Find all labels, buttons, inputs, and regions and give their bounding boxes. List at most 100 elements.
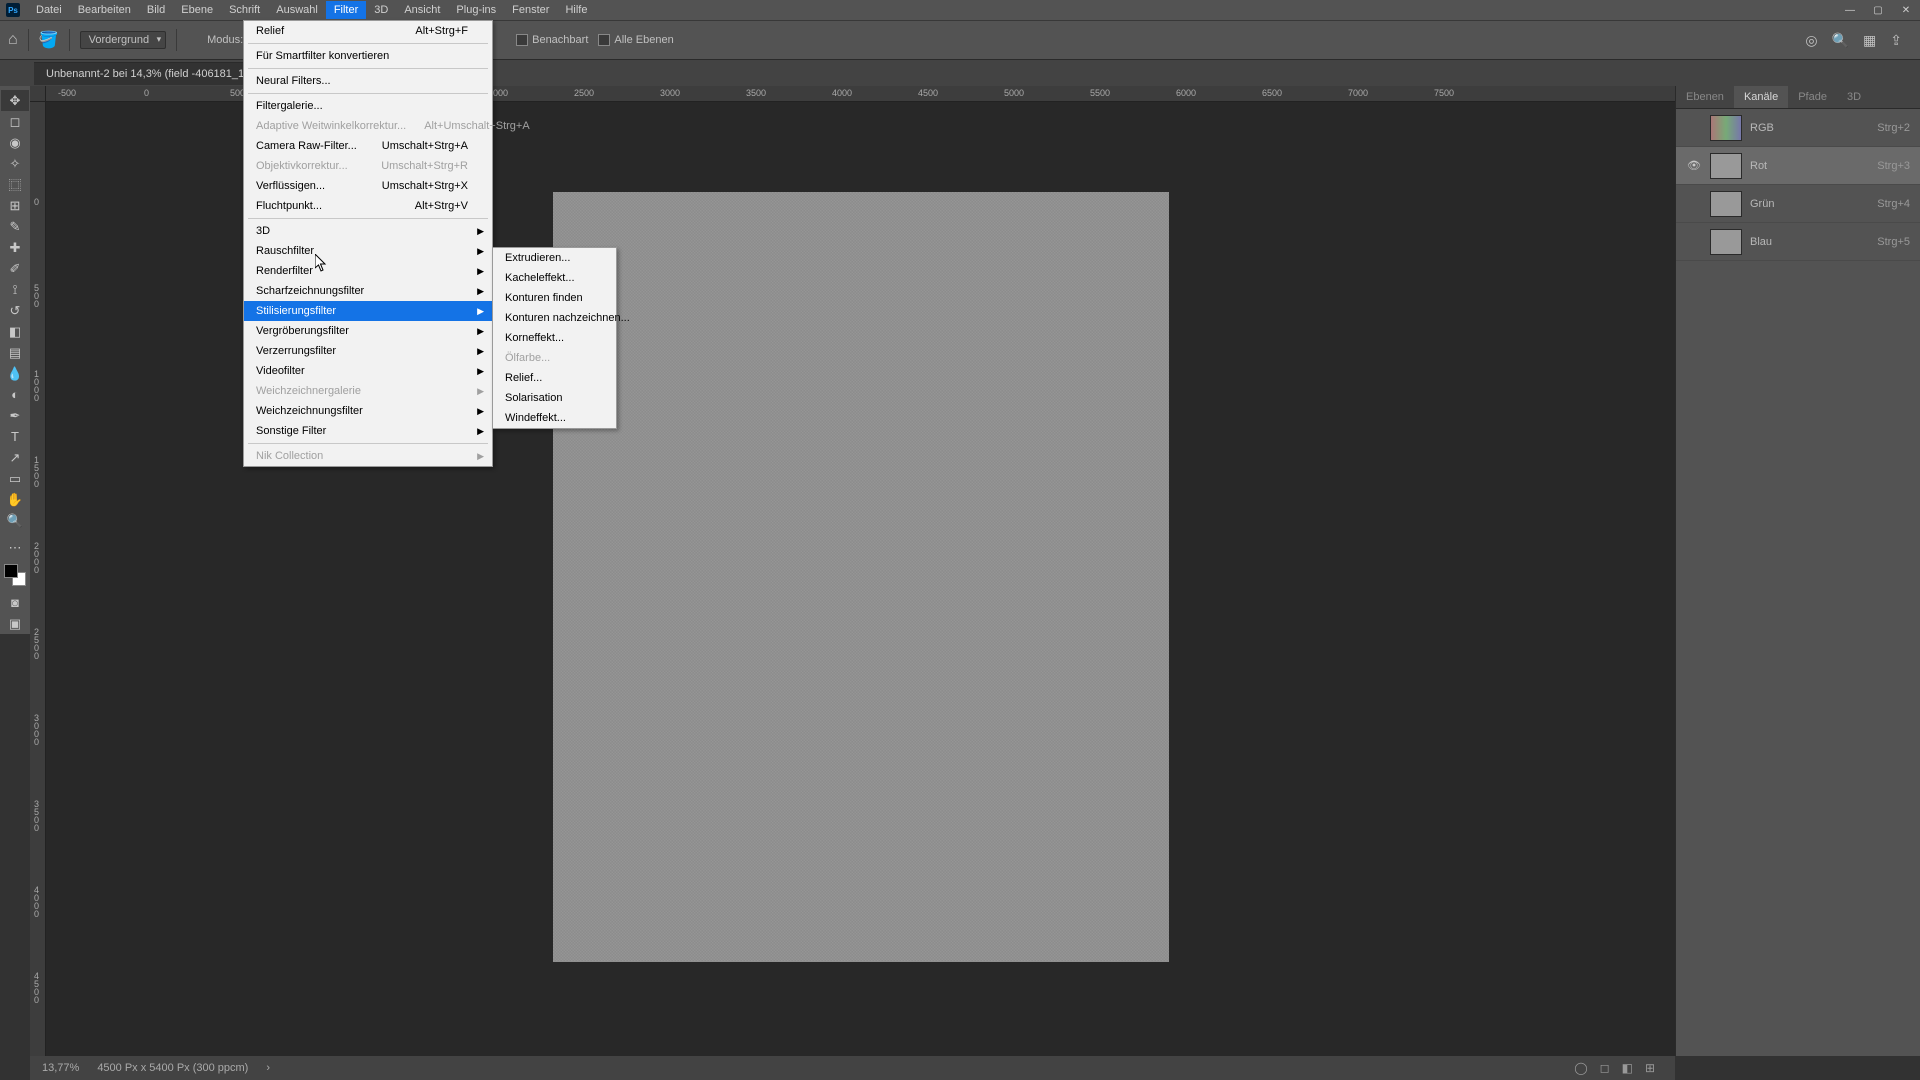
home-icon[interactable]: ⌂ (8, 31, 18, 49)
menubar-ansicht[interactable]: Ansicht (396, 1, 448, 19)
menubar-3d[interactable]: 3D (366, 1, 396, 19)
menubar-bearbeiten[interactable]: Bearbeiten (70, 1, 139, 19)
canvas[interactable] (553, 192, 1169, 962)
panel-tab-ebenen[interactable]: Ebenen (1676, 86, 1734, 108)
bucket-tool-icon[interactable]: 🪣 (39, 30, 59, 50)
panel-tab-kanäle[interactable]: Kanäle (1734, 86, 1788, 108)
submenu-item[interactable]: Konturen finden (493, 288, 616, 308)
crop-tool[interactable]: ⿴ (1, 174, 29, 195)
pen-tool[interactable]: ✒ (1, 405, 29, 426)
menubar-ebene[interactable]: Ebene (173, 1, 221, 19)
submenu-item[interactable]: Solarisation (493, 388, 616, 408)
cloud-docs-icon[interactable]: ◎ (1805, 32, 1817, 49)
minimize-button[interactable]: — (1836, 0, 1864, 20)
menubar-fenster[interactable]: Fenster (504, 1, 557, 19)
menu-item[interactable]: Stilisierungsfilter▶ (244, 301, 492, 321)
menu-item[interactable]: Scharfzeichnungsfilter▶ (244, 281, 492, 301)
menubar-bild[interactable]: Bild (139, 1, 173, 19)
brush-tool[interactable]: ✐ (1, 258, 29, 279)
magic-wand-tool[interactable]: ✧ (1, 153, 29, 174)
eraser-tool[interactable]: ◧ (1, 321, 29, 342)
channel-rgb[interactable]: RGBStrg+2 (1676, 109, 1920, 147)
menu-item[interactable]: Sonstige Filter▶ (244, 421, 492, 441)
fill-source-dropdown[interactable]: Vordergrund (80, 31, 167, 49)
eyedropper-tool[interactable]: ✎ (1, 216, 29, 237)
channel-thumbnail (1710, 153, 1742, 179)
status-icon-4[interactable]: ⊞ (1645, 1061, 1655, 1075)
panel-tab-3d[interactable]: 3D (1837, 86, 1871, 108)
history-brush-tool[interactable]: ↺ (1, 300, 29, 321)
ruler-origin[interactable] (30, 86, 46, 102)
menu-item[interactable]: Rauschfilter▶ (244, 241, 492, 261)
dodge-tool[interactable]: ◐ (1, 384, 29, 405)
submenu-arrow-icon: ▶ (477, 246, 484, 257)
status-icon-3[interactable]: ◧ (1622, 1061, 1633, 1075)
submenu-item[interactable]: Korneffekt... (493, 328, 616, 348)
menu-item[interactable]: Videofilter▶ (244, 361, 492, 381)
submenu-item[interactable]: Relief... (493, 368, 616, 388)
menubar-plug-ins[interactable]: Plug-ins (448, 1, 504, 19)
app-icon: Ps (6, 3, 20, 17)
menu-item[interactable]: Weichzeichnungsfilter▶ (244, 401, 492, 421)
channel-grün[interactable]: GrünStrg+4 (1676, 185, 1920, 223)
shape-tool[interactable]: ▭ (1, 468, 29, 489)
quickmask-toggle[interactable]: ◙ (1, 592, 29, 613)
submenu-item[interactable]: Kacheleffekt... (493, 268, 616, 288)
submenu-arrow-icon: ▶ (477, 346, 484, 357)
marquee-tool[interactable]: ◻ (1, 111, 29, 132)
menu-item[interactable]: Vergröberungsfilter▶ (244, 321, 492, 341)
workspace-icon[interactable]: ▦ (1863, 32, 1876, 49)
channel-rot[interactable]: 👁RotStrg+3 (1676, 147, 1920, 185)
zoom-level[interactable]: 13,77% (42, 1062, 79, 1074)
channel-blau[interactable]: BlauStrg+5 (1676, 223, 1920, 261)
color-swatches[interactable] (4, 564, 26, 586)
status-caret[interactable]: › (266, 1062, 270, 1074)
move-tool[interactable]: ✥ (1, 90, 29, 111)
ruler-vertical[interactable]: 0500100015002000250030003500400045005000 (30, 102, 46, 1056)
menu-item[interactable]: Filtergalerie... (244, 96, 492, 116)
clone-tool[interactable]: ⟟ (1, 279, 29, 300)
maximize-button[interactable]: ▢ (1864, 0, 1892, 20)
share-icon[interactable]: ⇪ (1890, 32, 1902, 49)
path-tool[interactable]: ↗ (1, 447, 29, 468)
more-tools[interactable]: ⋯ (1, 537, 29, 558)
menubar-datei[interactable]: Datei (28, 1, 70, 19)
mode-label: Modus: (207, 34, 243, 46)
blur-tool[interactable]: 💧 (1, 363, 29, 384)
lasso-tool[interactable]: ◉ (1, 132, 29, 153)
hand-tool[interactable]: ✋ (1, 489, 29, 510)
menu-item[interactable]: ReliefAlt+Strg+F (244, 21, 492, 41)
all-layers-checkbox[interactable] (598, 34, 610, 46)
menu-item[interactable]: Verflüssigen...Umschalt+Strg+X (244, 176, 492, 196)
menu-item[interactable]: Für Smartfilter konvertieren (244, 46, 492, 66)
menubar-filter[interactable]: Filter (326, 1, 366, 19)
menu-item[interactable]: Renderfilter▶ (244, 261, 492, 281)
status-icon-2[interactable]: ◻ (1600, 1061, 1610, 1075)
menu-item[interactable]: Camera Raw-Filter...Umschalt+Strg+A (244, 136, 492, 156)
menu-item[interactable]: 3D▶ (244, 221, 492, 241)
frame-tool[interactable]: ⊞ (1, 195, 29, 216)
submenu-item[interactable]: Konturen nachzeichnen... (493, 308, 616, 328)
menu-item[interactable]: Verzerrungsfilter▶ (244, 341, 492, 361)
status-icon-1[interactable]: ◯ (1574, 1061, 1587, 1075)
panel-tabs: EbenenKanälePfade3D (1676, 86, 1920, 109)
close-button[interactable]: ✕ (1892, 0, 1920, 20)
menubar-hilfe[interactable]: Hilfe (557, 1, 595, 19)
menubar-schrift[interactable]: Schrift (221, 1, 268, 19)
doc-dimensions[interactable]: 4500 Px x 5400 Px (300 ppcm) (97, 1062, 248, 1074)
zoom-tool[interactable]: 🔍 (1, 510, 29, 531)
submenu-item[interactable]: Extrudieren... (493, 248, 616, 268)
type-tool[interactable]: T (1, 426, 29, 447)
menu-item[interactable]: Neural Filters... (244, 71, 492, 91)
submenu-item[interactable]: Windeffekt... (493, 408, 616, 428)
channel-name: Rot (1750, 160, 1767, 172)
menu-item[interactable]: Fluchtpunkt...Alt+Strg+V (244, 196, 492, 216)
panel-tab-pfade[interactable]: Pfade (1788, 86, 1837, 108)
screenmode-toggle[interactable]: ▣ (1, 613, 29, 634)
menubar-auswahl[interactable]: Auswahl (268, 1, 326, 19)
contiguous-checkbox[interactable] (516, 34, 528, 46)
gradient-tool[interactable]: ▤ (1, 342, 29, 363)
visibility-toggle[interactable]: 👁 (1686, 159, 1702, 172)
search-icon[interactable]: 🔍 (1832, 32, 1849, 49)
healing-tool[interactable]: ✚ (1, 237, 29, 258)
